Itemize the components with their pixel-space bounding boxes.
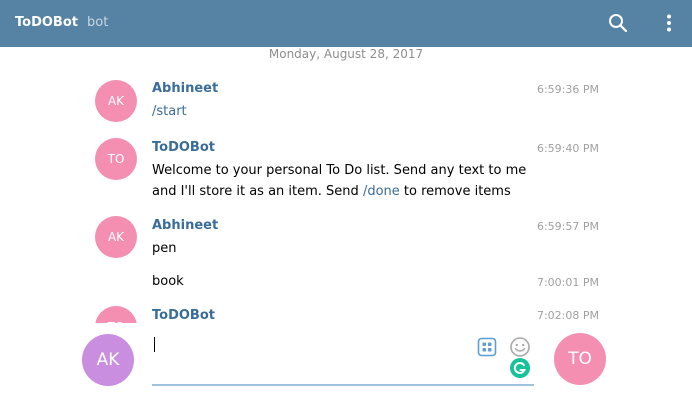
- grammarly-icon[interactable]: [509, 357, 531, 379]
- search-icon[interactable]: [606, 11, 630, 35]
- message-time: 6:59:36 PM: [536, 83, 599, 96]
- message-line-text: to remove items: [399, 184, 511, 199]
- text-caret: [154, 337, 155, 352]
- message-author[interactable]: Abhineet: [152, 81, 218, 96]
- done-command-link[interactable]: /done: [363, 184, 400, 199]
- message-composer: AK TO: [0, 323, 692, 403]
- emoji-icon[interactable]: [509, 336, 531, 358]
- message-time: 6:59:57 PM: [536, 220, 599, 233]
- chat-title[interactable]: ToDOBot: [15, 15, 78, 30]
- message-author[interactable]: ToDOBot: [152, 308, 215, 323]
- my-avatar[interactable]: AK: [82, 334, 134, 386]
- message-author[interactable]: ToDOBot: [152, 140, 215, 155]
- avatar[interactable]: TO: [95, 306, 137, 323]
- message-time: 7:02:08 PM: [536, 309, 599, 322]
- chat-header: ToDOBot bot: [0, 0, 692, 47]
- message-text: Welcome to your personal To Do list. Sen…: [152, 160, 526, 202]
- commands-icon[interactable]: [477, 337, 497, 357]
- date-separator: Monday, August 28, 2017: [268, 47, 424, 61]
- message-text: book: [152, 274, 184, 289]
- message-text-start-command[interactable]: /start: [152, 101, 187, 122]
- message-author[interactable]: Abhineet: [152, 218, 218, 233]
- avatar[interactable]: TO: [95, 138, 137, 180]
- message-text: pen: [152, 241, 177, 256]
- more-vertical-icon[interactable]: [660, 11, 678, 35]
- message-time: 7:00:01 PM: [536, 276, 599, 289]
- peer-avatar[interactable]: TO: [554, 333, 606, 385]
- message-history[interactable]: Monday, August 28, 2017 AK Abhineet 6:59…: [0, 47, 692, 323]
- chat-subtitle: bot: [87, 15, 109, 30]
- message-time: 6:59:40 PM: [536, 142, 599, 155]
- message-line: and I'll store it as an item. Send /done…: [152, 181, 526, 202]
- message-line: Welcome to your personal To Do list. Sen…: [152, 163, 527, 178]
- avatar[interactable]: AK: [95, 80, 137, 122]
- avatar[interactable]: AK: [95, 216, 137, 258]
- message-line-text: and I'll store it as an item. Send: [152, 184, 363, 199]
